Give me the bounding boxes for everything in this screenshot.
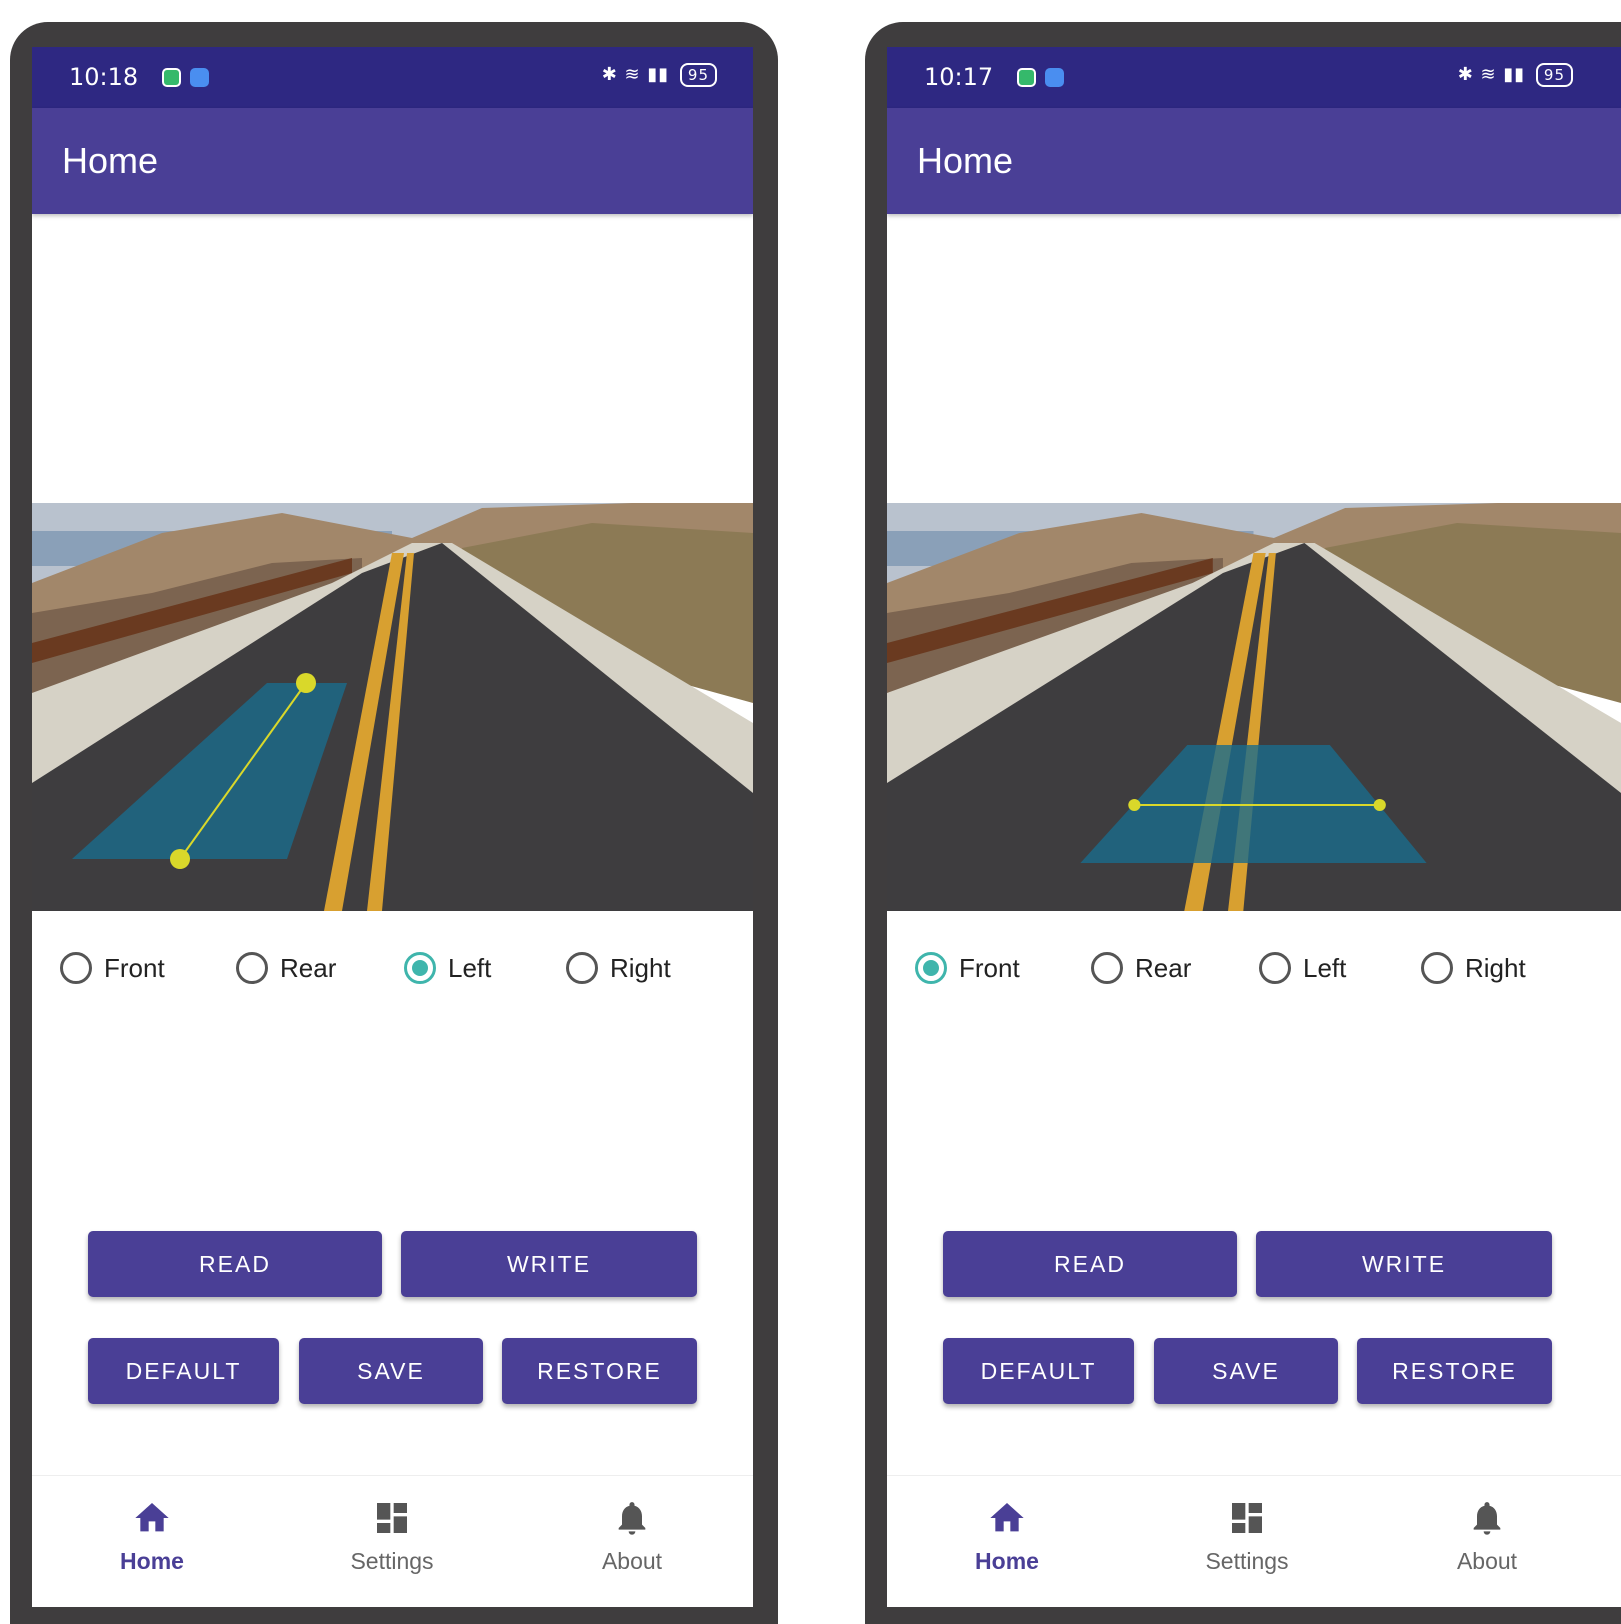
dashboard-icon: [377, 1503, 407, 1533]
nav-label: Settings: [350, 1548, 434, 1574]
phone-frame-right: 10:17 ✱ ≋ ▮▮ 95 Home Front Rear Left Rig…: [865, 22, 1621, 1624]
camera-preview[interactable]: [32, 503, 753, 911]
radio-circle[interactable]: [1091, 952, 1123, 984]
notification-icon: [162, 68, 181, 87]
bluetooth-icon: ✱: [601, 64, 618, 85]
radio-front[interactable]: Front: [60, 952, 165, 984]
radio-left[interactable]: Left: [404, 952, 491, 984]
default-button[interactable]: DEFAULT: [943, 1338, 1134, 1404]
status-icons: ✱ ≋ ▮▮ 95: [602, 63, 717, 87]
status-bar: 10:18 ✱ ≋ ▮▮ 95: [32, 47, 753, 108]
nav-label: Home: [975, 1548, 1039, 1574]
radio-circle[interactable]: [915, 952, 947, 984]
radio-circle[interactable]: [1259, 952, 1291, 984]
radio-circle[interactable]: [566, 952, 598, 984]
camera-radio-group: Front Rear Left Right: [32, 952, 753, 1012]
wifi-icon: ≋: [624, 64, 641, 85]
radio-label: Rear: [1135, 952, 1192, 983]
radio-circle[interactable]: [1421, 952, 1453, 984]
radio-circle[interactable]: [404, 952, 436, 984]
calibration-handle[interactable]: [1128, 799, 1141, 811]
home-icon: [990, 1503, 1024, 1532]
phone-frame-left: 10:18 ✱ ≋ ▮▮ 95 Home Front Rear Left Rig…: [10, 22, 778, 1624]
bluetooth-icon: ✱: [1457, 64, 1474, 85]
message-icon: [190, 68, 209, 87]
radio-front[interactable]: Front: [915, 952, 1020, 984]
nav-label: About: [601, 1548, 663, 1574]
save-button[interactable]: SAVE: [1154, 1338, 1338, 1404]
page-title: Home: [917, 140, 1014, 181]
wifi-icon: ≋: [1480, 64, 1497, 85]
radio-right[interactable]: Right: [566, 952, 671, 984]
radio-rear[interactable]: Rear: [1091, 952, 1191, 984]
radio-right[interactable]: Right: [1421, 952, 1526, 984]
calibration-handle[interactable]: [296, 673, 316, 693]
bell-icon: [1473, 1502, 1501, 1535]
radio-label: Front: [959, 952, 1020, 983]
radio-label: Left: [448, 952, 492, 983]
nav-label: Home: [120, 1548, 184, 1574]
radio-label: Front: [104, 952, 165, 983]
app-bar: Home: [887, 108, 1621, 214]
message-icon: [1045, 68, 1064, 87]
nav-home[interactable]: Home: [947, 1498, 1067, 1575]
camera-preview[interactable]: [887, 503, 1621, 911]
nav-label: About: [1456, 1548, 1518, 1574]
save-button[interactable]: SAVE: [299, 1338, 483, 1404]
screen: 10:18 ✱ ≋ ▮▮ 95 Home Front Rear Left Rig…: [32, 47, 753, 1607]
page-title: Home: [62, 140, 159, 181]
radio-label: Rear: [280, 952, 337, 983]
write-button[interactable]: WRITE: [401, 1231, 697, 1297]
camera-radio-group: Front Rear Left Right: [887, 952, 1621, 1012]
default-button[interactable]: DEFAULT: [88, 1338, 279, 1404]
restore-button[interactable]: RESTORE: [502, 1338, 697, 1404]
status-time: 10:18: [69, 63, 139, 91]
bottom-navigation: Home Settings About: [887, 1475, 1621, 1607]
battery-icon: 95: [1535, 63, 1573, 87]
calibration-handle[interactable]: [1373, 799, 1386, 811]
battery-icon: 95: [679, 63, 717, 87]
radio-circle[interactable]: [236, 952, 268, 984]
screen: 10:17 ✱ ≋ ▮▮ 95 Home Front Rear Left Rig…: [887, 47, 1621, 1607]
nav-settings[interactable]: Settings: [1187, 1498, 1307, 1575]
write-button[interactable]: WRITE: [1256, 1231, 1552, 1297]
radio-rear[interactable]: Rear: [236, 952, 336, 984]
calibration-handle[interactable]: [170, 849, 190, 869]
read-button[interactable]: READ: [943, 1231, 1237, 1297]
restore-button[interactable]: RESTORE: [1357, 1338, 1552, 1404]
dashboard-icon: [1232, 1503, 1262, 1533]
status-bar: 10:17 ✱ ≋ ▮▮ 95: [887, 47, 1621, 108]
radio-label: Right: [610, 952, 671, 983]
home-icon: [135, 1503, 169, 1532]
nav-about[interactable]: About: [1427, 1498, 1547, 1575]
radio-label: Right: [1465, 952, 1526, 983]
signal-icon: ▮▮: [1503, 64, 1526, 85]
status-icons: ✱ ≋ ▮▮ 95: [1458, 63, 1573, 87]
nav-settings[interactable]: Settings: [332, 1498, 452, 1575]
radio-label: Left: [1303, 952, 1347, 983]
notification-icon: [1017, 68, 1036, 87]
radio-left[interactable]: Left: [1259, 952, 1346, 984]
nav-home[interactable]: Home: [92, 1498, 212, 1575]
bottom-navigation: Home Settings About: [32, 1475, 753, 1607]
status-time: 10:17: [924, 63, 994, 91]
read-button[interactable]: READ: [88, 1231, 382, 1297]
nav-about[interactable]: About: [572, 1498, 692, 1575]
signal-icon: ▮▮: [647, 64, 670, 85]
app-bar: Home: [32, 108, 753, 214]
bell-icon: [618, 1502, 646, 1535]
radio-circle[interactable]: [60, 952, 92, 984]
nav-label: Settings: [1205, 1548, 1289, 1574]
